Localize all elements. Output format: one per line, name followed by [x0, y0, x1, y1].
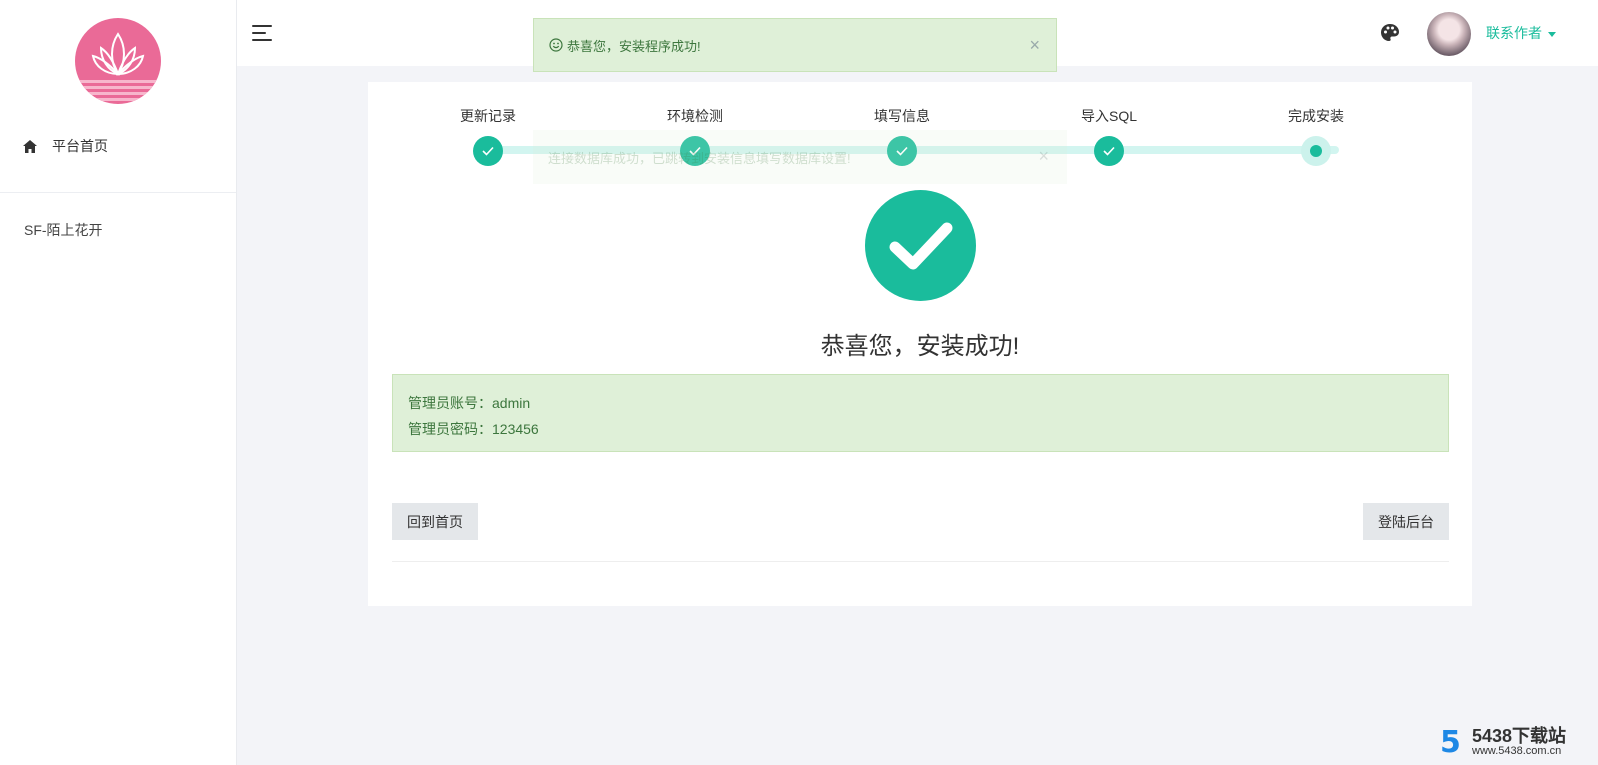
watermark-logo: 5: [1440, 725, 1461, 760]
hamburger-icon[interactable]: [252, 24, 274, 42]
close-icon[interactable]: ×: [1029, 35, 1040, 56]
step-env-check: 环境检测: [635, 106, 755, 166]
step-fill-info: 填写信息: [842, 106, 962, 166]
close-icon: ×: [1038, 146, 1049, 166]
admin-account: 管理员账号：admin: [408, 395, 531, 411]
admin-password: 管理员密码：123456: [408, 421, 539, 437]
watermark-url: www.5438.com.cn: [1472, 745, 1562, 757]
step-update-log: 更新记录: [428, 106, 548, 166]
login-admin-button[interactable]: 登陆后台: [1363, 503, 1449, 540]
user-avatar[interactable]: [1427, 12, 1471, 56]
caret-down-icon: [1548, 31, 1556, 37]
sidebar-footer-text: SF-陌上花开: [24, 222, 103, 238]
step-complete: 完成安装: [1256, 106, 1376, 166]
fading-toast: 连接数据库成功，已跳转到安装信息填写数据库设置! ×: [533, 130, 1067, 184]
home-icon: [22, 138, 38, 154]
sidebar-divider: [0, 192, 236, 193]
toast-message: 恭喜您，安装程序成功!: [567, 38, 701, 54]
check-icon: [473, 136, 503, 166]
sidebar: 平台首页 SF-陌上花开: [0, 0, 237, 765]
step-import-sql: 导入SQL: [1049, 106, 1169, 166]
sidebar-item-home[interactable]: 平台首页: [22, 136, 108, 156]
card-divider: [392, 561, 1449, 562]
step-label: 完成安装: [1288, 108, 1344, 124]
step-label: 填写信息: [874, 108, 930, 124]
contact-author-dropdown[interactable]: 联系作者: [1486, 23, 1556, 43]
palette-icon[interactable]: [1380, 23, 1400, 43]
back-home-button[interactable]: 回到首页: [392, 503, 478, 540]
smile-icon: [549, 38, 563, 52]
success-check-icon: [865, 190, 976, 301]
current-step-dot: [1301, 136, 1331, 166]
step-label: 环境检测: [667, 108, 723, 124]
step-label: 导入SQL: [1080, 108, 1137, 124]
check-icon: [1094, 136, 1124, 166]
admin-credentials-box: 管理员账号：admin 管理员密码：123456: [392, 374, 1449, 452]
step-label: 更新记录: [460, 108, 516, 124]
fading-toast-message: 连接数据库成功，已跳转到安装信息填写数据库设置!: [548, 150, 851, 166]
sidebar-item-label: 平台首页: [52, 138, 108, 154]
success-title: 恭喜您，安装成功!: [820, 333, 1020, 360]
success-toast: 恭喜您，安装程序成功! ×: [533, 18, 1057, 72]
contact-author-label: 联系作者: [1486, 25, 1542, 41]
site-watermark: 5 5438下载站 www.5438.com.cn: [1440, 722, 1590, 760]
lotus-logo[interactable]: [75, 18, 161, 104]
